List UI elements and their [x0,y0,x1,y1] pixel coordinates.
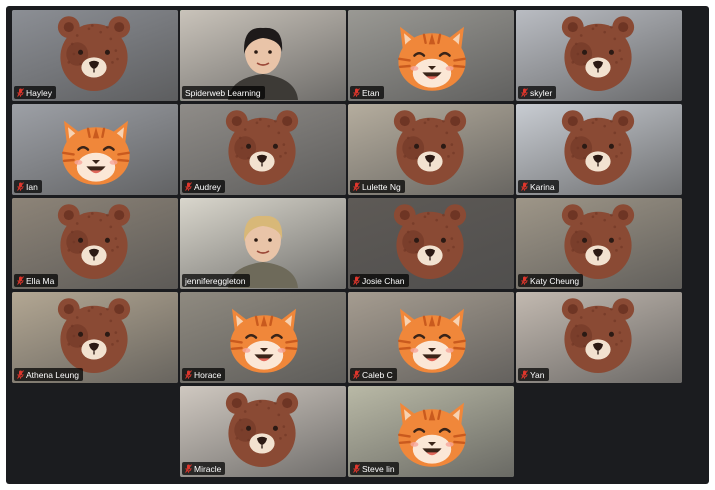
participant-tile[interactable]: Caleb C [348,292,514,383]
participant-tile[interactable]: Ella Ma [12,198,178,289]
participant-name: Katy Cheung [530,275,580,286]
muted-mic-icon [185,464,192,473]
participant-name-tag: Caleb C [350,368,397,381]
participant-name: Hayley [26,87,52,98]
muted-mic-icon [521,276,528,285]
bear-avatar-icon [52,12,136,101]
participant-tile[interactable]: Horace [180,292,346,383]
participant-name: skyler [530,87,553,98]
muted-mic-icon [353,182,360,191]
muted-mic-icon [353,88,360,97]
participant-name: Horace [194,369,222,380]
muted-mic-icon [185,182,192,191]
participant-name: Karina [530,181,555,192]
tiger-avatar-icon [392,398,472,475]
bear-avatar-icon [556,294,640,383]
participant-tile[interactable]: Ian [12,104,178,195]
participant-name: Caleb C [362,369,393,380]
bear-avatar-icon [556,12,640,101]
participant-tile[interactable]: jennifereggleton [180,198,346,289]
participant-name: Josie Chan [362,275,405,286]
participant-name-tag: skyler [518,86,557,99]
participant-name: Spiderweb Learning [185,87,261,98]
participant-name-tag: Miracle [182,462,226,475]
participant-gallery: Hayley Spiderweb Learning Etan skyler Ia… [6,4,684,484]
bear-avatar-icon [52,200,136,289]
participant-tile[interactable]: Steve lin [348,386,514,477]
participant-tile[interactable]: Miracle [180,386,346,477]
muted-mic-icon [521,370,528,379]
participant-tile[interactable]: Lulette Ng [348,104,514,195]
participant-name-tag: Ian [14,180,42,193]
participant-name: jennifereggleton [185,275,246,286]
muted-mic-icon [17,370,24,379]
participant-name-tag: Audrey [182,180,225,193]
participant-name: Yan [530,369,545,380]
muted-mic-icon [17,88,24,97]
participant-name-tag: Etan [350,86,384,99]
muted-mic-icon [353,276,360,285]
participant-name-tag: Ella Ma [14,274,59,287]
participant-name-tag: jennifereggleton [182,274,250,287]
participant-tile[interactable]: Yan [516,292,682,383]
participant-name: Etan [362,87,380,98]
participant-tile[interactable]: Hayley [12,10,178,101]
participant-tile[interactable]: Josie Chan [348,198,514,289]
participant-name: Audrey [194,181,221,192]
muted-mic-icon [185,370,192,379]
bear-avatar-icon [220,106,304,195]
participant-name-tag: Horace [182,368,226,381]
participant-tile[interactable]: Audrey [180,104,346,195]
participant-name-tag: Steve lin [350,462,399,475]
participant-tile[interactable]: Spiderweb Learning [180,10,346,101]
tiger-avatar-icon [224,304,304,381]
participant-tile[interactable]: Etan [348,10,514,101]
muted-mic-icon [521,182,528,191]
muted-mic-icon [17,276,24,285]
participant-name-tag: Hayley [14,86,56,99]
participant-name-tag: Katy Cheung [518,274,584,287]
participant-name: Athena Leung [26,369,79,380]
tiger-avatar-icon [392,304,472,381]
participant-name-tag: Athena Leung [14,368,83,381]
participant-tile[interactable]: Katy Cheung [516,198,682,289]
participant-tile[interactable]: Athena Leung [12,292,178,383]
tiger-avatar-icon [56,116,136,193]
participant-name: Ella Ma [26,275,55,286]
muted-mic-icon [17,182,24,191]
tiger-avatar-icon [392,22,472,99]
muted-mic-icon [353,370,360,379]
participant-name-tag: Lulette Ng [350,180,405,193]
participant-name-tag: Josie Chan [350,274,409,287]
participant-name-tag: Karina [518,180,559,193]
participant-tile[interactable]: skyler [516,10,682,101]
participant-name: Steve lin [362,463,395,474]
participant-name: Ian [26,181,38,192]
bear-avatar-icon [556,106,640,195]
participant-tile[interactable]: Karina [516,104,682,195]
participant-name-tag: Spiderweb Learning [182,86,265,99]
muted-mic-icon [353,464,360,473]
muted-mic-icon [521,88,528,97]
participant-name-tag: Yan [518,368,549,381]
bear-avatar-icon [220,388,304,477]
participant-name: Lulette Ng [362,181,401,192]
participant-name: Miracle [194,463,222,474]
